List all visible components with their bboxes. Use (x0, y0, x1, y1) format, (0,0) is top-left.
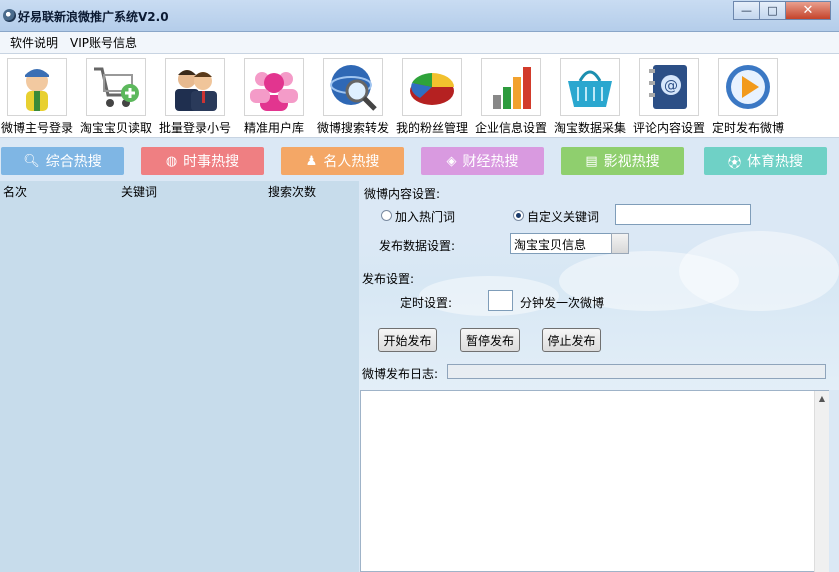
hot-search-list[interactable]: 名次 关键词 搜索次数 (0, 181, 359, 572)
menu-help[interactable]: 软件说明 (4, 34, 64, 51)
radio-hot-words[interactable] (381, 210, 392, 221)
menu-vip-account[interactable]: VIP账号信息 (64, 34, 143, 51)
radio-custom-keyword-label: 自定义关键词 (527, 210, 600, 224)
publish-settings-title: 发布设置: (362, 272, 415, 286)
publish-log-area[interactable] (360, 390, 829, 572)
svg-text:@: @ (664, 78, 678, 94)
publish-data-select[interactable]: 淘宝宝贝信息 (510, 233, 612, 254)
users-icon (175, 70, 217, 111)
tab-film[interactable]: ▤ 影视热搜 (561, 147, 684, 175)
tab-sports[interactable]: ⚽︎ 体育热搜 (704, 147, 827, 175)
radio-custom-keyword[interactable] (513, 210, 524, 221)
film-icon: ▤ (585, 153, 598, 169)
timer-input[interactable] (488, 290, 513, 311)
tool-main-login[interactable]: 微博主号登录 (0, 58, 77, 136)
radio-hot-words-label: 加入热门词 (395, 210, 456, 224)
log-scrollbar[interactable]: ▲ (814, 391, 829, 572)
publish-data-label: 发布数据设置: (379, 239, 456, 253)
custom-keyword-input[interactable] (615, 204, 751, 225)
globe-icon: ◍ (165, 153, 178, 169)
globe-search-icon (330, 65, 377, 111)
address-book-icon: @ (649, 65, 687, 109)
tool-user-library[interactable]: 精准用户库 (234, 58, 314, 136)
tag-icon: ◈ (446, 153, 457, 169)
pause-publish-button[interactable]: 暂停发布 (460, 328, 520, 352)
tab-finance[interactable]: ◈ 财经热搜 (421, 147, 544, 175)
column-rank: 名次 (3, 185, 28, 199)
basket-icon (568, 70, 612, 107)
menu-bar: 软件说明 VIP账号信息 (0, 32, 839, 54)
tool-taobao-collect[interactable]: 淘宝数据采集 (550, 58, 630, 136)
tool-batch-login[interactable]: 批量登录小号 (155, 58, 235, 136)
tool-schedule-post[interactable]: 定时发布微博 (708, 58, 788, 136)
content-settings-title: 微博内容设置: (364, 187, 441, 201)
hot-search-tabs: 🔍︎ 综合热搜 ◍ 时事热搜 ♟ 名人热搜 ◈ 财经热搜 ▤ 影视热搜 ⚽︎ 体育热搜 (0, 144, 839, 178)
close-button[interactable]: ✕ (785, 1, 831, 20)
cart-add-icon (94, 67, 139, 107)
pie-chart-icon (410, 73, 454, 105)
scroll-up-icon[interactable]: ▲ (815, 391, 829, 405)
person-icon: ♟ (305, 153, 318, 169)
tab-celebrity[interactable]: ♟ 名人热搜 (281, 147, 404, 175)
play-icon (726, 65, 770, 109)
toolbar: 微博主号登录 淘宝宝贝读取 批量登录小号 精准用户库 微博搜索转发 我的粉丝管理… (0, 54, 839, 138)
tool-search-forward[interactable]: 微博搜索转发 (313, 58, 393, 136)
start-publish-button[interactable]: 开始发布 (378, 328, 437, 352)
stop-publish-button[interactable]: 停止发布 (542, 328, 601, 352)
chevron-down-icon[interactable] (611, 233, 629, 254)
maximize-button[interactable]: □ (759, 1, 786, 20)
column-search-count: 搜索次数 (268, 185, 317, 199)
tab-comprehensive[interactable]: 🔍︎ 综合热搜 (1, 147, 124, 175)
bar-chart-icon (493, 67, 531, 109)
search-icon: 🔍︎ (23, 153, 40, 169)
tool-fans-manage[interactable]: 我的粉丝管理 (392, 58, 472, 136)
user-icon (25, 69, 49, 111)
timer-label: 定时设置: (400, 296, 453, 310)
minimize-button[interactable]: — (733, 1, 760, 20)
title-bar: 好易联新浪微推广系统V2.0 — □ ✕ (0, 0, 839, 32)
window-title: 好易联新浪微推广系统V2.0 (18, 10, 169, 24)
timer-suffix: 分钟发一次微博 (520, 296, 605, 310)
tab-current-events[interactable]: ◍ 时事热搜 (141, 147, 264, 175)
app-icon (3, 9, 16, 22)
log-progress-bar (447, 364, 826, 379)
tool-taobao-read[interactable]: 淘宝宝贝读取 (76, 58, 156, 136)
tool-company-settings[interactable]: 企业信息设置 (471, 58, 551, 136)
ball-icon: ⚽︎ (727, 155, 741, 171)
tool-comment-settings[interactable]: @ 评论内容设置 (629, 58, 709, 136)
log-label: 微博发布日志: (362, 367, 439, 381)
user-group-icon (250, 72, 298, 111)
column-keyword: 关键词 (121, 185, 158, 199)
